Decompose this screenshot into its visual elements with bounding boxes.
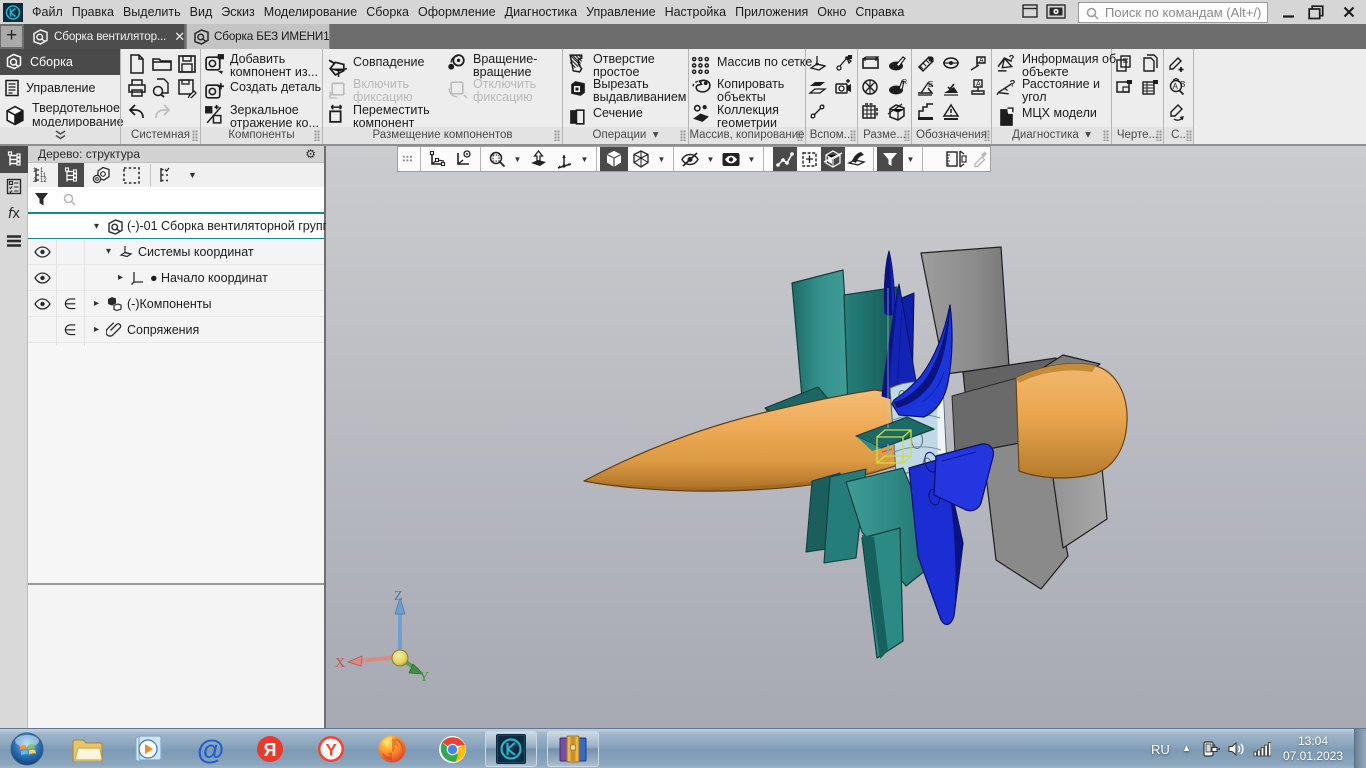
svg-text:A: A bbox=[1173, 82, 1179, 91]
svg-text:Y: Y bbox=[419, 670, 429, 685]
svg-text:E: E bbox=[928, 80, 933, 89]
svg-text:R: R bbox=[902, 79, 907, 86]
svg-text:A: A bbox=[979, 58, 984, 65]
svg-text:A: A bbox=[976, 81, 981, 88]
svg-text:B: B bbox=[1180, 80, 1185, 89]
svg-text:X: X bbox=[335, 656, 345, 671]
svg-text:@: @ bbox=[197, 735, 224, 764]
svg-text:Y: Y bbox=[326, 741, 338, 760]
svg-text:Z: Z bbox=[394, 589, 403, 604]
svg-text:?: ? bbox=[1009, 53, 1015, 64]
svg-text:12: 12 bbox=[40, 178, 47, 184]
svg-text:Я: Я bbox=[264, 740, 277, 760]
